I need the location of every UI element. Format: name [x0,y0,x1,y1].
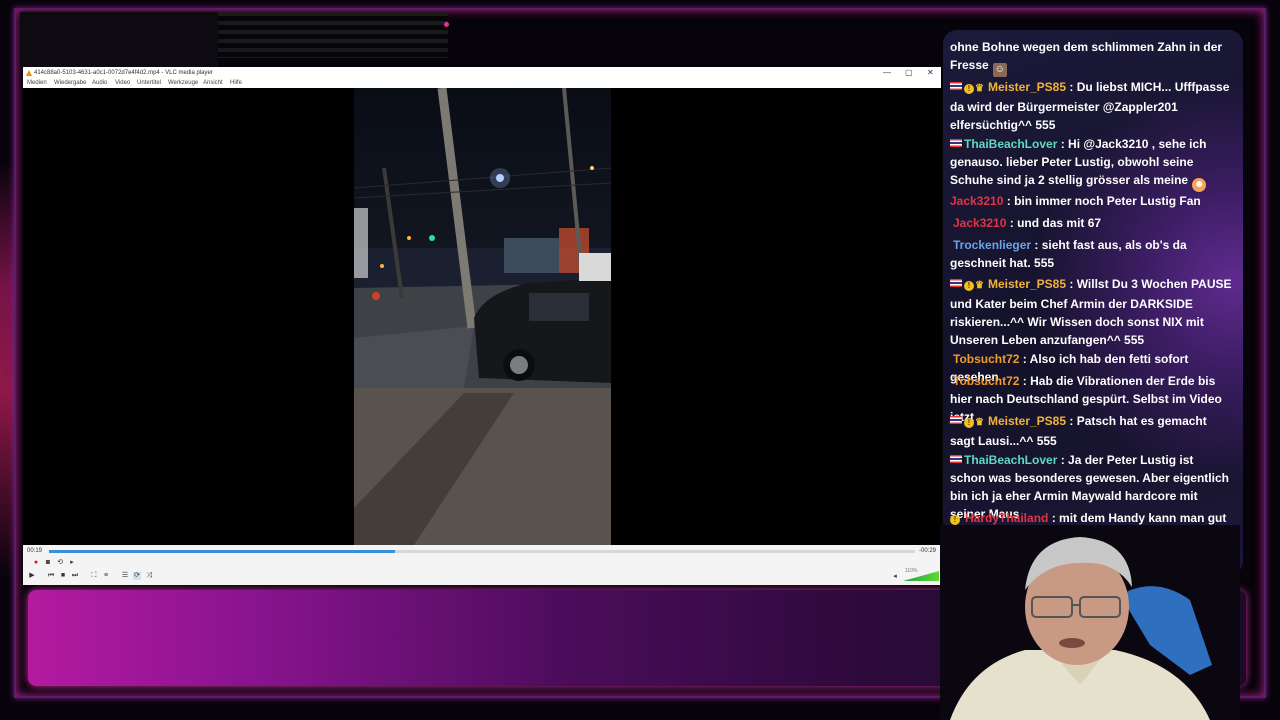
vlc-controls: 00:19 -00:29 ● ◙ ⟲ ▸ ▶ ⏮ ■ ⏭ ⛶ ≡ ☰ ⟳ ⤨ ◂… [23,545,941,585]
chat-username[interactable]: HardyThailand [965,511,1048,525]
menu-hilfe[interactable]: Hilfe [230,80,242,86]
extended-settings-icon[interactable]: ≡ [102,572,110,580]
menu-untertitel[interactable]: Untertitel [137,80,161,86]
playlist-icon[interactable]: ☰ [121,572,129,580]
chat-message: ! ♛ Meister_PS85 : Patsch hat es gemacht s… [950,412,1232,450]
coin-badge-icon: ! [964,281,974,291]
remaining-time: -00:29 [919,548,937,554]
chat-separator: : [1066,80,1077,94]
chat-username[interactable]: Jack3210 [950,194,1003,208]
chat-username[interactable]: Trockenlieger [953,238,1031,252]
thai-flag-icon [950,139,962,147]
chat-username[interactable]: Meister_PS85 [988,414,1066,428]
chat-username[interactable]: Tobsucht72 [953,374,1019,388]
emote-icon: ☻ [1192,178,1207,192]
coin-badge-icon: ! [964,84,974,94]
thai-flag-icon [950,82,962,90]
chat-separator: : [1031,238,1042,252]
chat-separator: : [1006,216,1018,230]
shuffle-icon[interactable]: ⤨ [145,572,153,580]
video-area[interactable] [23,88,941,545]
chat-separator: : [1066,414,1077,428]
camera-icon[interactable]: ◙ [44,559,52,567]
chat-text: ohne Bohne wegen dem schlimmen Zahn in d… [950,40,1223,72]
frame-step-icon[interactable]: ▸ [68,559,76,567]
chat-username[interactable]: Tobsucht72 [953,352,1019,366]
elapsed-time: 00:19 [27,548,43,554]
menu-werkzeuge[interactable]: Werkzeuge [168,80,198,86]
chat-separator: : [1057,453,1069,467]
fullscreen-icon[interactable]: ⛶ [90,572,98,580]
coin-badge-icon: ! [950,515,960,525]
chat-username[interactable]: ThaiBeachLover [964,453,1057,467]
vlc-menubar: Medien Wiedergabe Audio Video Untertitel… [23,79,941,88]
seek-bar[interactable] [49,550,915,553]
loop-icon[interactable]: ⟳ [133,572,141,580]
night-street-scene [354,88,611,545]
chat-separator: : [1019,352,1030,366]
overlay-stripes-decoration [218,12,448,58]
chat-username[interactable]: ThaiBeachLover [964,137,1057,151]
overlay-dot-decoration [444,22,449,27]
streamer-webcam-image [940,525,1240,720]
chat-message: Jack3210 : und das mit 67 [950,214,1232,232]
chat-message: Jack3210 : bin immer noch Peter Lustig F… [950,192,1232,210]
vlc-window: 414c88a0-5103-4631-a0c1-0072d7e4f4d2.mp4… [23,67,941,585]
emote-icon: ☺ [992,63,1007,77]
record-icon[interactable]: ● [32,559,40,567]
menu-video[interactable]: Video [115,80,130,86]
menu-medien[interactable]: Medien [27,80,47,86]
thai-flag-icon [950,279,962,287]
crown-badge-icon: ♛ [975,280,984,291]
chat-separator: : [1003,194,1015,208]
chat-separator: : [1057,137,1069,151]
crown-badge-icon: ♛ [975,83,984,94]
chat-separator: : [1066,277,1077,291]
menu-audio[interactable]: Audio [92,80,107,86]
menu-ansicht[interactable]: Ansicht [203,80,223,86]
vlc-cone-icon [26,70,32,76]
next-icon[interactable]: ⏭ [71,572,79,580]
chat-panel: ohne Bohne wegen dem schlimmen Zahn in d… [943,30,1243,575]
thai-flag-icon [950,455,962,463]
overlay-corner-panel [20,12,218,68]
chat-username[interactable]: Meister_PS85 [988,80,1066,94]
loop-ab-icon[interactable]: ⟲ [56,559,64,567]
play-icon[interactable]: ▶ [28,572,36,580]
chat-username[interactable]: Jack3210 [953,216,1006,230]
chat-text: und das mit 67 [1017,216,1102,230]
thai-flag-icon [950,416,962,424]
coin-badge-icon: ! [964,418,974,428]
chat-message: ! ♛ Meister_PS85 : Willst Du 3 Wochen PAUS… [950,275,1232,349]
chat-username[interactable]: Meister_PS85 [988,277,1066,291]
maximize-icon[interactable]: ▢ [905,68,913,77]
chat-separator: : [1019,374,1031,388]
stop-icon[interactable]: ■ [59,572,67,580]
chat-message: ohne Bohne wegen dem schlimmen Zahn in d… [950,38,1232,77]
chat-text: bin immer noch Peter Lustig Fan [1014,194,1201,208]
menu-wiedergabe[interactable]: Wiedergabe [54,80,86,86]
chat-message: ! ♛ Meister_PS85 : Du liebst MICH... Ufffp… [950,78,1232,134]
video-frame [354,88,611,545]
previous-icon[interactable]: ⏮ [47,572,55,580]
minimize-icon[interactable]: — [883,68,891,77]
webcam-feed [940,525,1240,720]
window-title: 414c88a0-5103-4631-a0c1-0072d7e4f4d2.mp4… [34,70,213,76]
chat-separator: : [1048,511,1060,525]
vlc-titlebar[interactable]: 414c88a0-5103-4631-a0c1-0072d7e4f4d2.mp4… [23,67,941,79]
chat-message: ThaiBeachLover : Hi @Jack3210 , sehe ich… [950,135,1232,192]
close-icon[interactable]: ✕ [927,68,934,77]
crown-badge-icon: ♛ [975,417,984,428]
chat-message: Trockenlieger : sieht fast aus, als ob's… [950,236,1232,272]
seek-progress [49,550,396,553]
volume-level: 110% [905,568,918,574]
volume-icon[interactable]: ◂ [891,573,899,581]
